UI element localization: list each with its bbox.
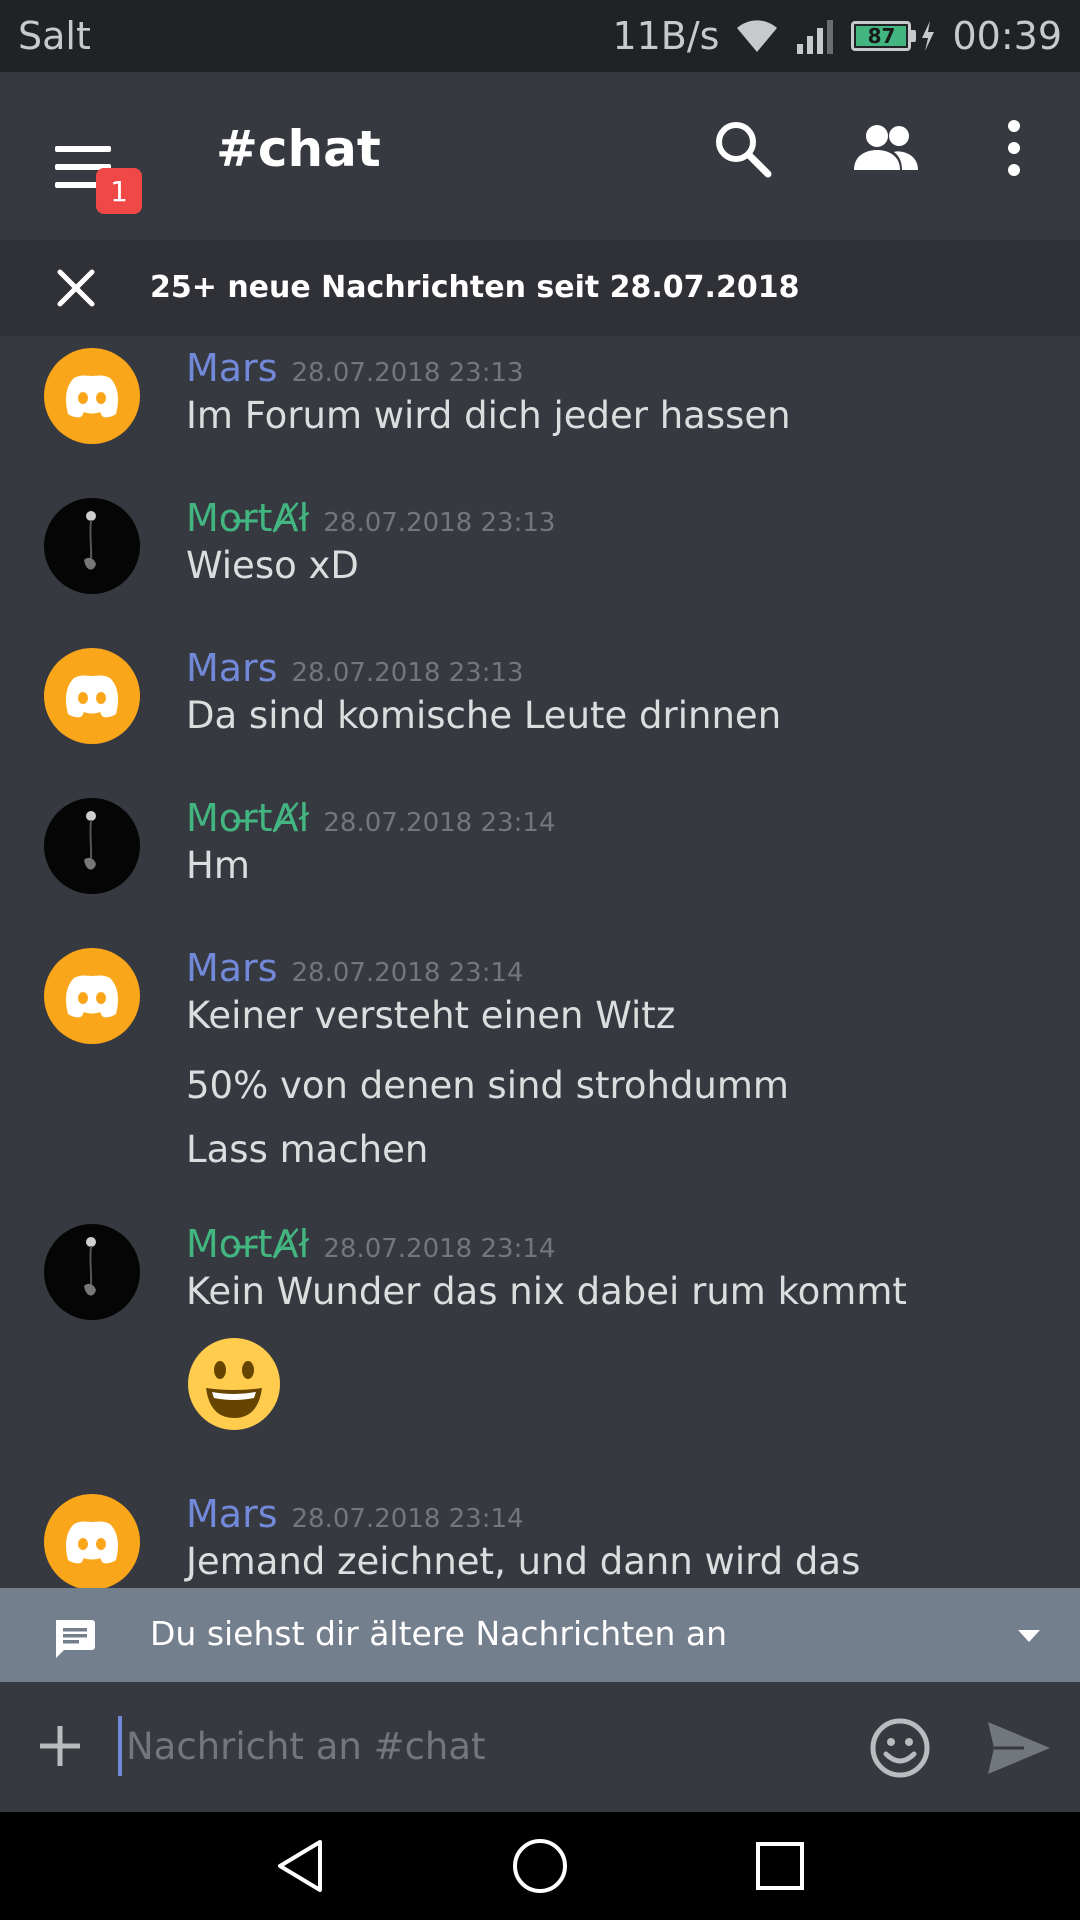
- message-text: Kein Wunder das nix dabei rum kommt: [186, 1270, 907, 1313]
- recent-apps-icon[interactable]: [748, 1834, 812, 1898]
- message-text: Lass machen: [186, 1128, 429, 1171]
- message-composer: [0, 1682, 1080, 1812]
- author-name[interactable]: Mor̶tȺł: [186, 1222, 309, 1266]
- author-name[interactable]: Mor̶tȺł: [186, 496, 309, 540]
- chat-bubble-icon: [56, 1620, 95, 1658]
- message-header: Mars 28.07.2018 23:14: [186, 1492, 524, 1536]
- search-icon[interactable]: [706, 112, 778, 184]
- discord-logo-icon: [66, 375, 118, 418]
- page-title: #chat: [216, 120, 381, 178]
- status-bar-right: 11B/s 87 00:39: [612, 14, 1062, 58]
- timestamp: 28.07.2018 23:13: [291, 358, 524, 388]
- author-name[interactable]: Mars: [186, 1492, 278, 1536]
- message-header: Mars 28.07.2018 23:13: [186, 346, 524, 390]
- message-text: 50% von denen sind strohdumm: [186, 1064, 789, 1107]
- notification-badge: 1: [96, 168, 142, 214]
- message-header: Mor̶tȺł 28.07.2018 23:14: [186, 1222, 555, 1266]
- message-text: Im Forum wird dich jeder hassen: [186, 394, 791, 437]
- message-input[interactable]: [118, 1716, 818, 1776]
- message-text: Keiner versteht einen Witz: [186, 994, 676, 1037]
- chevron-down-icon[interactable]: [1014, 1626, 1044, 1646]
- message-text: Wieso xD: [186, 544, 359, 587]
- message-text: Hm: [186, 844, 250, 887]
- author-name[interactable]: Mars: [186, 946, 278, 990]
- author-name[interactable]: Mars: [186, 346, 278, 390]
- home-icon[interactable]: [508, 1834, 572, 1898]
- message-header: Mars 28.07.2018 23:13: [186, 646, 524, 690]
- discord-logo-icon: [66, 1521, 118, 1564]
- wifi-icon: [737, 20, 778, 52]
- app-bar: #chat: [0, 72, 1080, 240]
- avatar[interactable]: [44, 648, 140, 744]
- discord-logo-icon: [66, 675, 118, 718]
- rose-avatar-icon: [84, 811, 96, 870]
- status-bar: Salt 11B/s 87 00:39: [0, 0, 1080, 72]
- discord-logo-icon: [66, 975, 118, 1018]
- clock: 00:39: [952, 14, 1062, 58]
- older-messages-bar[interactable]: Du siehst dir ältere Nachrichten an: [0, 1588, 1080, 1682]
- smiley-emoji-icon[interactable]: [186, 1336, 282, 1432]
- close-icon[interactable]: [52, 264, 100, 312]
- author-name[interactable]: Mars: [186, 646, 278, 690]
- network-speed: 11B/s: [612, 14, 720, 58]
- timestamp: 28.07.2018 23:13: [291, 658, 524, 688]
- signal-icon: [797, 20, 834, 54]
- charging-bolt-icon: [922, 21, 935, 51]
- avatar[interactable]: [44, 498, 140, 594]
- avatar[interactable]: [44, 798, 140, 894]
- timestamp: 28.07.2018 23:13: [323, 508, 556, 538]
- more-vert-icon[interactable]: [978, 112, 1050, 184]
- timestamp: 28.07.2018 23:14: [291, 1504, 524, 1534]
- message-header: Mor̶tȺł 28.07.2018 23:14: [186, 796, 555, 840]
- emoji-picker-icon[interactable]: [868, 1716, 932, 1780]
- back-icon[interactable]: [270, 1834, 334, 1898]
- message-list[interactable]: Mars 28.07.2018 23:13 Im Forum wird dich …: [0, 336, 1080, 1588]
- battery-level: 87: [856, 24, 907, 48]
- timestamp: 28.07.2018 23:14: [323, 808, 556, 838]
- rose-avatar-icon: [84, 1237, 96, 1296]
- carrier-name: Salt: [18, 14, 91, 58]
- avatar[interactable]: [44, 948, 140, 1044]
- battery-indicator: 87: [851, 21, 936, 51]
- message-header: Mor̶tȺł 28.07.2018 23:13: [186, 496, 555, 540]
- battery-tip: [911, 30, 917, 42]
- older-messages-text: Du siehst dir ältere Nachrichten an: [150, 1614, 728, 1653]
- message-header: Mars 28.07.2018 23:14: [186, 946, 524, 990]
- avatar[interactable]: [44, 348, 140, 444]
- avatar[interactable]: [44, 1494, 140, 1588]
- rose-avatar-icon: [84, 511, 96, 570]
- add-icon[interactable]: [36, 1722, 84, 1770]
- system-nav-bar: [0, 1812, 1080, 1920]
- message-text: Jemand zeichnet, und dann wird das: [186, 1540, 861, 1583]
- timestamp: 28.07.2018 23:14: [323, 1234, 556, 1264]
- author-name[interactable]: Mor̶tȺł: [186, 796, 309, 840]
- new-messages-banner[interactable]: 25+ neue Nachrichten seit 28.07.2018: [0, 240, 1080, 336]
- message-text: Da sind komische Leute drinnen: [186, 694, 782, 737]
- send-icon[interactable]: [984, 1718, 1054, 1778]
- new-messages-text: 25+ neue Nachrichten seit 28.07.2018: [150, 270, 800, 305]
- timestamp: 28.07.2018 23:14: [291, 958, 524, 988]
- avatar[interactable]: [44, 1224, 140, 1320]
- members-icon[interactable]: [850, 112, 922, 184]
- battery-body: 87: [851, 21, 912, 51]
